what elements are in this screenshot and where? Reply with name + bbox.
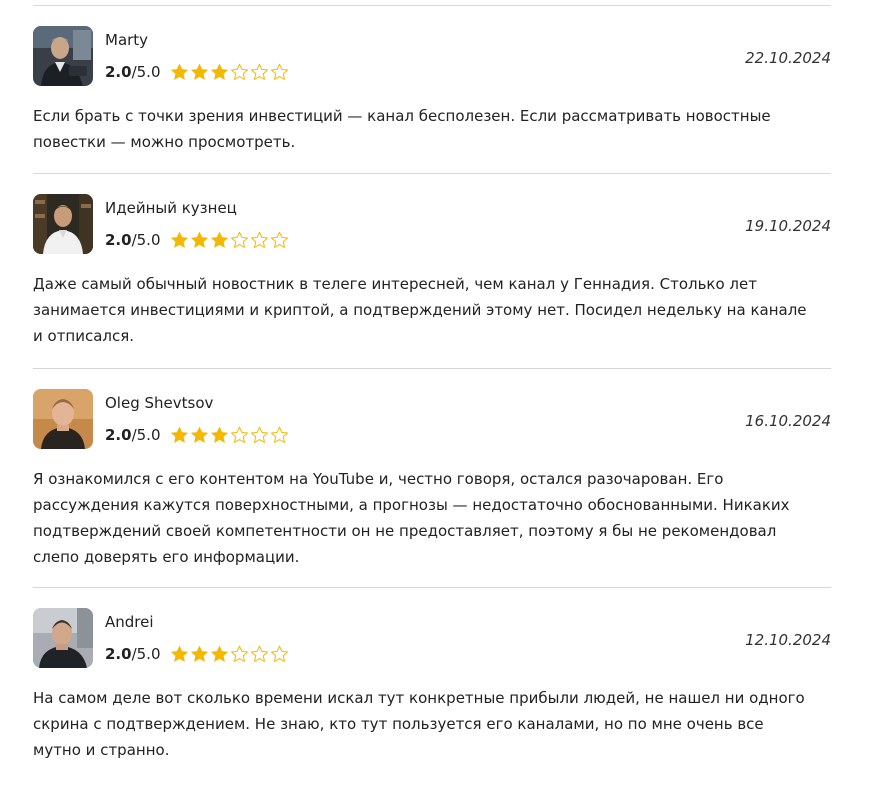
avatar <box>33 194 93 254</box>
star-filled-icon <box>210 645 228 662</box>
reviews-list: Marty 2.0/5.0 22.10.2024 Если брать с то… <box>33 0 831 763</box>
divider <box>33 368 831 369</box>
review-item: Marty 2.0/5.0 22.10.2024 Если брать с то… <box>33 26 831 155</box>
review-item: Andrei 2.0/5.0 12.10.2024 На самом деле … <box>33 608 831 763</box>
rating-max: /5.0 <box>131 645 161 663</box>
rating-score: 2.0 <box>105 63 132 81</box>
rating-score: 2.0 <box>105 231 132 249</box>
star-filled-icon <box>190 645 208 662</box>
star-rating <box>170 231 289 249</box>
star-outline-icon <box>270 63 288 80</box>
divider <box>33 173 831 174</box>
review-item: Идейный кузнец 2.0/5.0 19.10.2024 Даже с… <box>33 194 831 349</box>
star-filled-icon <box>170 645 188 662</box>
rating-score: 2.0 <box>105 645 132 663</box>
star-outline-icon <box>230 231 248 248</box>
review-date: 22.10.2024 <box>745 49 831 67</box>
star-outline-icon <box>230 426 248 443</box>
star-outline-icon <box>250 426 268 443</box>
review-header: Marty 2.0/5.0 22.10.2024 <box>33 26 831 86</box>
divider <box>33 587 831 588</box>
star-outline-icon <box>270 426 288 443</box>
review-date: 19.10.2024 <box>745 217 831 235</box>
divider <box>33 5 831 6</box>
star-rating <box>170 426 289 444</box>
rating-max: /5.0 <box>131 426 161 444</box>
avatar <box>33 26 93 86</box>
star-filled-icon <box>170 63 188 80</box>
star-filled-icon <box>190 231 208 248</box>
review-header: Oleg Shevtsov 2.0/5.0 16.10.2024 <box>33 389 831 449</box>
star-filled-icon <box>210 231 228 248</box>
rating: 2.0/5.0 <box>105 63 289 81</box>
review-text: Если брать с точки зрения инвестиций — к… <box>33 107 771 151</box>
review-text: На самом деле вот сколько времени искал … <box>33 689 805 759</box>
star-filled-icon <box>190 63 208 80</box>
review-header: Идейный кузнец 2.0/5.0 19.10.2024 <box>33 194 831 254</box>
review-date: 12.10.2024 <box>745 631 831 649</box>
review-text: Я ознакомился с его контентом на YouTube… <box>33 470 790 566</box>
author-name: Oleg Shevtsov <box>105 394 214 412</box>
star-outline-icon <box>250 645 268 662</box>
review-date: 16.10.2024 <box>745 412 831 430</box>
star-filled-icon <box>170 426 188 443</box>
star-filled-icon <box>210 63 228 80</box>
rating: 2.0/5.0 <box>105 426 289 444</box>
avatar <box>33 389 93 449</box>
star-filled-icon <box>190 426 208 443</box>
star-rating <box>170 63 289 81</box>
author-name: Идейный кузнец <box>105 199 237 217</box>
star-outline-icon <box>270 231 288 248</box>
author-name: Andrei <box>105 613 154 631</box>
author-name: Marty <box>105 31 149 49</box>
star-filled-icon <box>210 426 228 443</box>
star-outline-icon <box>230 63 248 80</box>
avatar <box>33 608 93 668</box>
review-text: Даже самый обычный новостник в телеге ин… <box>33 275 807 345</box>
rating-score: 2.0 <box>105 426 132 444</box>
review-header: Andrei 2.0/5.0 12.10.2024 <box>33 608 831 668</box>
star-outline-icon <box>230 645 248 662</box>
star-filled-icon <box>170 231 188 248</box>
star-rating <box>170 645 289 663</box>
rating: 2.0/5.0 <box>105 645 289 663</box>
star-outline-icon <box>270 645 288 662</box>
star-outline-icon <box>250 231 268 248</box>
rating: 2.0/5.0 <box>105 231 289 249</box>
star-outline-icon <box>250 63 268 80</box>
rating-max: /5.0 <box>131 63 161 81</box>
review-item: Oleg Shevtsov 2.0/5.0 16.10.2024 Я ознак… <box>33 389 831 570</box>
rating-max: /5.0 <box>131 231 161 249</box>
